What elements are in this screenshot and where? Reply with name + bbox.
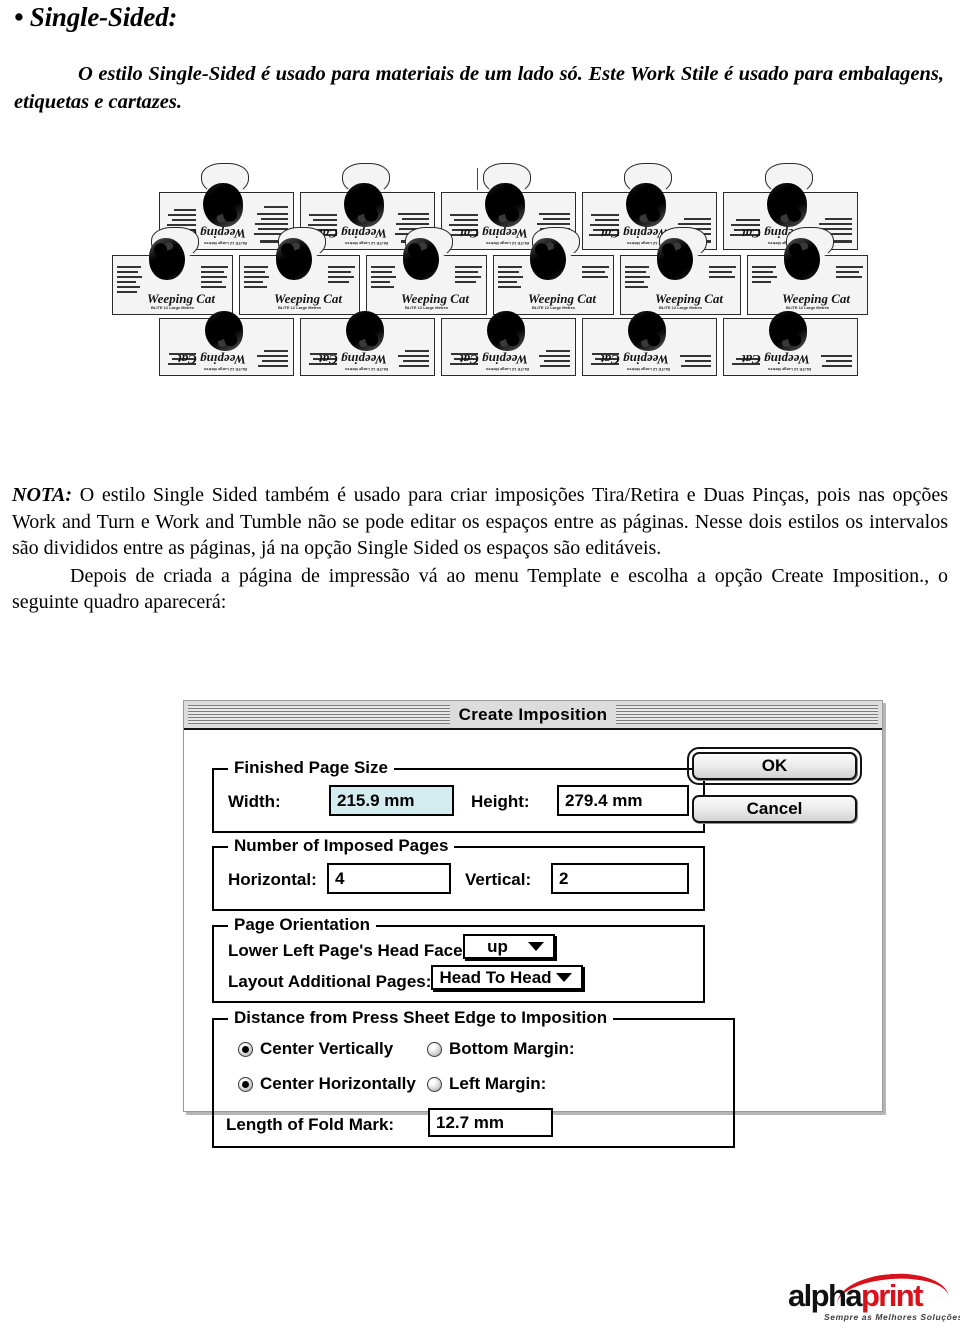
chevron-down-icon (556, 973, 572, 982)
group-legend-number-of-imposed-pages: Number of Imposed Pages (228, 836, 455, 856)
dialog-body: Finished Page Size Width: 215.9 mm Heigh… (184, 730, 882, 1148)
imposition-row-middle: Weeping Cat BLITE 12 Large Metres Weepin… (112, 227, 868, 315)
page-title: • Single-Sided: (14, 2, 178, 32)
radio-left-margin[interactable] (427, 1077, 442, 1092)
fold-mark-label: Length of Fold Mark: (226, 1115, 395, 1134)
imposition-label: Weeping Cat BLITE 12 Large Metres (493, 227, 614, 315)
imposition-label: Weeping Cat BLITE 12 Large Metres (747, 227, 868, 315)
imposition-label: BLITE 12 Large Metres Weeping Cat (723, 311, 858, 376)
vertical-input[interactable]: 2 (551, 863, 689, 894)
note-text-2: Depois de criada a página de impressão v… (12, 564, 948, 614)
imposition-label: Weeping Cat BLITE 12 Large Metres (366, 227, 487, 315)
layout-additional-label: Layout Additional Pages: (228, 972, 432, 991)
imposition-label: Weeping Cat BLITE 12 Large Metres (620, 227, 741, 315)
imposition-row-top: BLITE 12 Large Metres Weeping Cat BLITE … (159, 163, 858, 250)
note-paragraph: NOTA: O estilo Single Sided também é usa… (12, 482, 948, 616)
imposition-label: BLITE 12 Large Metres Weeping Cat (300, 311, 435, 376)
dialog-titlebar[interactable]: Create Imposition (184, 701, 882, 730)
create-imposition-dialog: Create Imposition Finished Page Size Wid… (183, 700, 883, 1148)
label-bottom-margin: Bottom Margin: (449, 1039, 575, 1058)
label-center-vertically: Center Vertically (260, 1039, 394, 1058)
group-distance-from-press-sheet-edge: Distance from Press Sheet Edge to Imposi… (212, 1008, 735, 1148)
center-fold-tick (477, 168, 478, 190)
fold-mark-input[interactable]: 12.7 mm (428, 1108, 553, 1137)
layout-additional-value: Head To Head (439, 967, 552, 987)
group-finished-page-size: Finished Page Size Width: 215.9 mm Heigh… (212, 758, 705, 833)
vertical-label: Vertical: (465, 870, 532, 889)
radio-bottom-margin[interactable] (427, 1042, 442, 1057)
group-legend-finished-page-size: Finished Page Size (228, 758, 394, 778)
horizontal-label: Horizontal: (228, 870, 317, 889)
logo-tagline: Sempre as Melhores Soluções (824, 1312, 960, 1322)
note-label: NOTA: (12, 484, 72, 506)
imposition-label: BLITE 12 Large Metres Weeping Cat (582, 311, 717, 376)
group-legend-page-orientation: Page Orientation (228, 915, 377, 935)
group-legend-distance: Distance from Press Sheet Edge to Imposi… (228, 1008, 614, 1028)
layout-additional-dropdown[interactable]: Head To Head (431, 965, 583, 990)
imposition-label: BLITE 12 Large Metres Weeping Cat (159, 311, 294, 376)
document-page: • Single-Sided: O estilo Single-Sided é … (0, 0, 960, 1331)
height-label: Height: (471, 792, 530, 811)
width-label: Width: (228, 792, 281, 811)
group-page-orientation: Page Orientation Lower Left Page's Head … (212, 915, 705, 1003)
width-input[interactable]: 215.9 mm (329, 785, 454, 816)
head-faces-value: up (487, 936, 508, 956)
imposition-label: BLITE 12 Large Metres Weeping Cat (441, 311, 576, 376)
cancel-button[interactable]: Cancel (692, 795, 857, 823)
imposition-row-bottom: BLITE 12 Large Metres Weeping Cat BLITE … (159, 311, 858, 376)
logo-print-text: print (860, 1278, 923, 1313)
chevron-down-icon (528, 942, 544, 951)
radio-center-horizontally[interactable] (238, 1077, 253, 1092)
logo-wordmark: alphaprint (788, 1278, 923, 1313)
head-faces-dropdown[interactable]: up (463, 934, 555, 959)
head-faces-label: Lower Left Page's Head Faces: (228, 941, 478, 960)
imposition-label: Weeping Cat BLITE 12 Large Metres (112, 227, 233, 315)
dialog-title: Create Imposition (449, 704, 617, 725)
imposition-label: Weeping Cat BLITE 12 Large Metres (239, 227, 360, 315)
group-number-of-imposed-pages: Number of Imposed Pages Horizontal: 4 Ve… (212, 836, 705, 911)
label-center-horizontally: Center Horizontally (260, 1074, 416, 1093)
note-text-1: O estilo Single Sided também é usado par… (12, 484, 948, 559)
logo-alpha-text: alpha (788, 1278, 863, 1313)
imposition-artwork: BLITE 12 Large Metres Weeping Cat BLITE … (112, 163, 868, 376)
alphaprint-logo: alphaprint Sempre as Melhores Soluções (788, 1270, 960, 1326)
height-input[interactable]: 279.4 mm (557, 785, 689, 816)
horizontal-input[interactable]: 4 (327, 863, 451, 894)
ok-button[interactable]: OK (687, 747, 862, 785)
intro-paragraph: O estilo Single-Sided é usado para mater… (14, 63, 944, 113)
label-left-margin: Left Margin: (449, 1074, 547, 1093)
radio-center-vertically[interactable] (238, 1042, 253, 1057)
